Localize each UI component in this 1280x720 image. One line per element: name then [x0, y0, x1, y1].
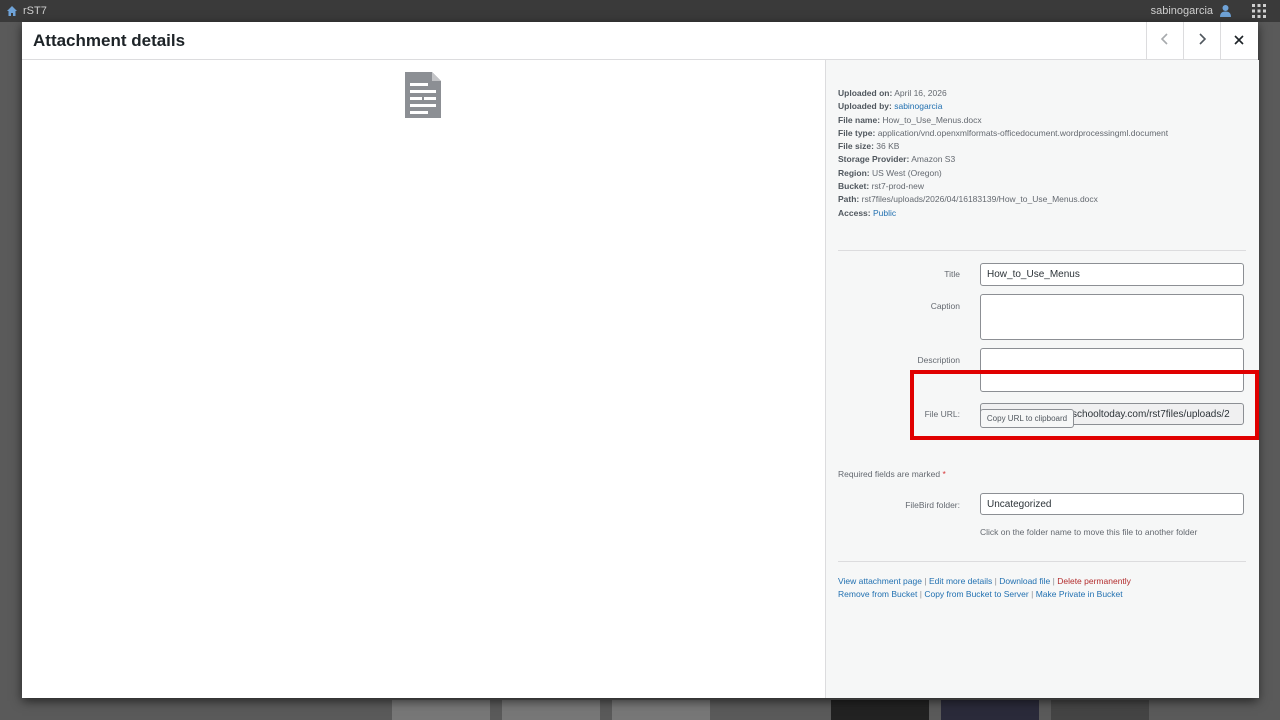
view-attachment-page-link[interactable]: View attachment page — [838, 576, 922, 586]
make-private-link[interactable]: Make Private in Bucket — [1036, 589, 1123, 599]
uploaded-by-link[interactable]: sabinogarcia — [894, 101, 942, 111]
required-star: * — [942, 469, 946, 479]
admin-top-bar: rST7 sabinogarcia — [0, 0, 1280, 22]
access-link[interactable]: Public — [873, 208, 896, 218]
document-icon — [404, 71, 442, 124]
download-file-link[interactable]: Download file — [999, 576, 1050, 586]
file-url-highlight-box — [910, 370, 1259, 440]
bucket-row: Bucket: rst7-prod-new — [838, 181, 924, 192]
user-icon[interactable] — [1219, 4, 1232, 20]
title-input[interactable]: How_to_Use_Menus — [980, 263, 1244, 286]
modal-title: Attachment details — [33, 31, 186, 50]
chevron-left-icon — [1160, 32, 1170, 50]
filebird-help-text: Click on the folder name to move this fi… — [980, 527, 1198, 537]
chevron-right-icon — [1197, 32, 1207, 50]
copy-from-bucket-link[interactable]: Copy from Bucket to Server — [924, 589, 1028, 599]
site-name-link[interactable]: rST7 — [23, 5, 47, 17]
uploaded-on-row: Uploaded on: April 16, 2026 — [838, 88, 947, 98]
file-type-row: File type: application/vnd.openxmlformat… — [838, 127, 1169, 138]
delete-permanently-link[interactable]: Delete permanently — [1057, 576, 1131, 586]
bucket-value: rst7-prod-new — [871, 181, 924, 192]
filebird-folder-label: FileBird folder: — [905, 500, 960, 510]
file-name-value: How_to_Use_Menus.docx — [882, 114, 982, 125]
previous-attachment-button[interactable] — [1146, 22, 1183, 59]
attachment-preview — [22, 60, 825, 698]
background-thumbnail — [392, 700, 490, 720]
close-icon — [1234, 32, 1244, 50]
file-size-value: 36 KB — [876, 141, 900, 152]
section-divider — [838, 250, 1246, 251]
file-name-row: File name: How_to_Use_Menus.docx — [838, 114, 982, 125]
apps-grid-icon[interactable] — [1252, 4, 1266, 21]
background-thumbnail — [612, 700, 710, 720]
next-attachment-button[interactable] — [1183, 22, 1220, 59]
edit-more-details-link[interactable]: Edit more details — [929, 576, 992, 586]
storage-provider-value: Amazon S3 — [911, 154, 956, 165]
modal-header: Attachment details — [22, 22, 1258, 60]
filebird-folder-input[interactable]: Uncategorized — [980, 493, 1244, 515]
storage-provider-row: Storage Provider: Amazon S3 — [838, 154, 956, 165]
uploaded-on-value: April 16, 2026 — [894, 88, 947, 98]
background-thumbnail — [831, 700, 929, 720]
file-metadata: Uploaded on: April 16, 2026 Uploaded by:… — [838, 87, 1168, 220]
section-divider — [838, 561, 1246, 562]
region-row: Region: US West (Oregon) — [838, 167, 942, 178]
file-type-value: application/vnd.openxmlformats-officedoc… — [877, 127, 1169, 138]
region-value: US West (Oregon) — [872, 167, 942, 178]
user-name-link[interactable]: sabinogarcia — [1151, 5, 1213, 17]
remove-from-bucket-link[interactable]: Remove from Bucket — [838, 589, 917, 599]
uploaded-by-row: Uploaded by: sabinogarcia — [838, 101, 943, 112]
required-fields-note: Required fields are marked * — [838, 469, 946, 479]
background-thumbnail — [502, 700, 600, 720]
description-label: Description — [917, 355, 960, 365]
access-row: Access: Public — [838, 207, 897, 218]
path-value: rst7files/uploads/2026/04/16183139/How_t… — [861, 194, 1098, 205]
attachment-details-modal: Attachment details Uploaded on: April 16… — [22, 22, 1259, 698]
caption-textarea[interactable] — [980, 294, 1244, 340]
background-thumbnail — [1051, 700, 1149, 720]
file-size-row: File size: 36 KB — [838, 141, 900, 152]
close-modal-button[interactable] — [1220, 22, 1257, 59]
path-row: Path: rst7files/uploads/2026/04/16183139… — [838, 194, 1098, 205]
attachment-actions: View attachment page | Edit more details… — [838, 576, 1131, 599]
home-icon[interactable] — [6, 5, 18, 20]
background-thumbnail — [941, 700, 1039, 720]
title-label: Title — [944, 269, 960, 279]
caption-label: Caption — [930, 301, 960, 311]
